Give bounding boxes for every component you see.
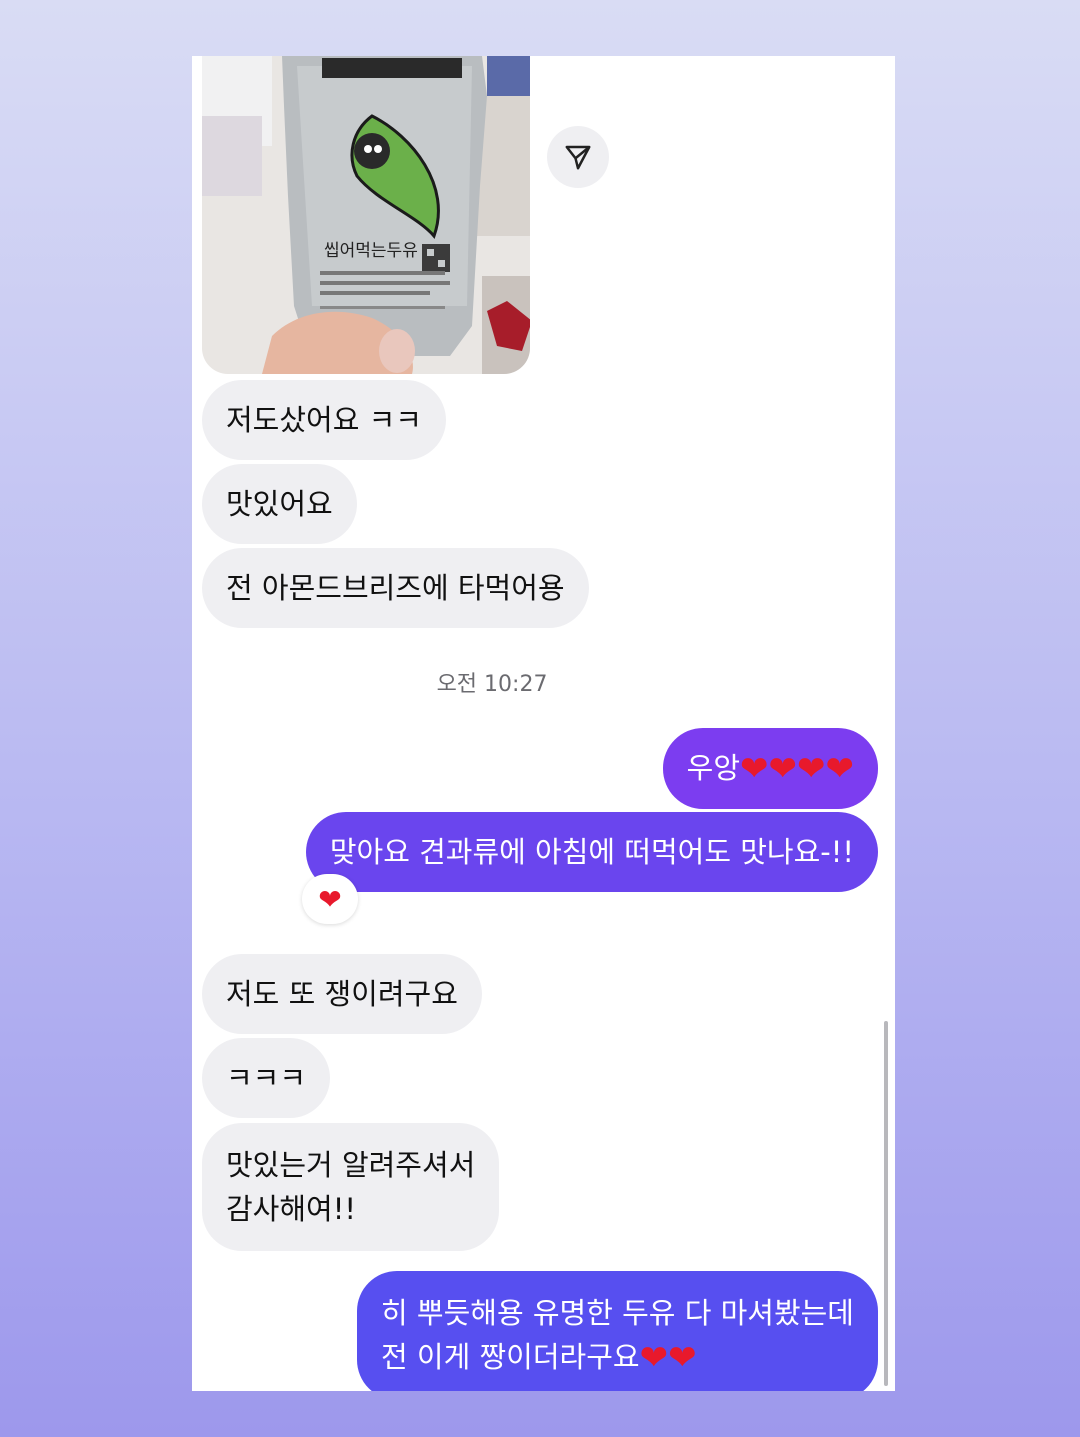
message-bubble-incoming[interactable]: ㅋㅋㅋ [202,1038,331,1118]
message-text: 맞아요 견과류에 아침에 떠먹어도 맛나요-!! [329,835,854,869]
message-text: 맛있어요 [226,487,333,521]
message-text: 저도샀어요 ㅋㅋ [226,403,422,437]
message-bubble-outgoing[interactable]: 맞아요 견과류에 아침에 떠먹어도 맛나요-!! [305,812,878,892]
message-bubble-outgoing[interactable]: 우앙❤❤❤❤ [662,728,878,809]
message-text-line: 감사해여!! [226,1192,356,1226]
message-bubble-incoming[interactable]: 전 아몬드브리즈에 타먹어용 [202,548,589,628]
send-icon [565,145,591,170]
message-text: ㅋㅋㅋ [226,1061,307,1095]
message-timestamp: 오전 10:27 [436,672,548,697]
photo-image: 씹어먹는두유 [202,56,530,374]
share-button[interactable] [547,126,609,188]
message-bubble-incoming[interactable]: 저도샀어요 ㅋㅋ [202,380,446,460]
chat-panel: 씹어먹는두유 저도샀어요 ㅋㅋ 맛있어요 전 아몬드브리즈에 타먹어용 오전 1… [192,56,895,1391]
heart-reaction-icon: ❤ [318,882,342,916]
heart-emoji: ❤❤❤❤ [740,749,854,789]
scrollbar[interactable] [884,1021,888,1386]
heart-reaction[interactable]: ❤ [302,874,358,924]
heart-emoji: ❤❤ [639,1338,697,1378]
message-bubble-incoming[interactable]: 저도 또 쟁이려구요 [202,954,482,1034]
package-label: 씹어먹는두유 [324,241,418,261]
message-text: 저도 또 쟁이려구요 [226,977,458,1011]
message-bubble-incoming[interactable]: 맛있어요 [202,464,357,544]
message-text-line: 전 이게 짱이더라구요 [381,1340,640,1374]
message-bubble-incoming[interactable]: 맛있는거 알려주셔서 감사해여!! [202,1123,500,1251]
shared-photo[interactable]: 씹어먹는두유 [202,56,530,374]
message-text-line: 맛있는거 알려주셔서 [226,1148,476,1182]
message-text: 우앙 [686,751,741,785]
message-text-line: 히 뿌듯해용 유명한 두유 다 마셔봤는데 [381,1296,854,1330]
message-text: 전 아몬드브리즈에 타먹어용 [226,571,565,605]
message-bubble-outgoing[interactable]: 히 뿌듯해용 유명한 두유 다 마셔봤는데 전 이게 짱이더라구요❤❤ [357,1271,878,1391]
